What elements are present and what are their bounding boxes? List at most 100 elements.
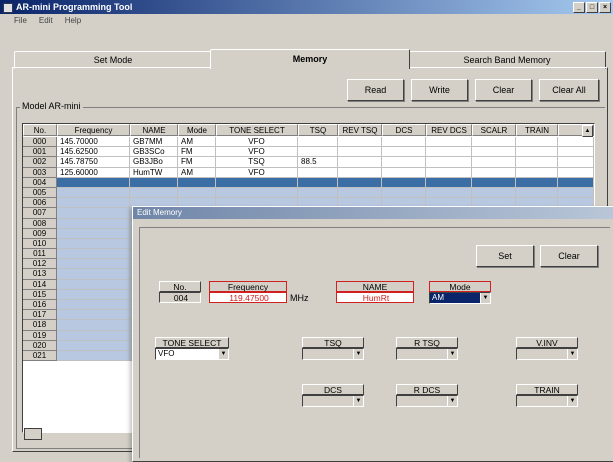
table-row[interactable]: 003 125.60000 HumTW AM VFO — [23, 167, 594, 178]
table-row[interactable]: 000 145.70000 GB7MM AM VFO — [23, 137, 594, 148]
title-bar[interactable]: AR-mini Programming Tool _ □ × — [0, 0, 613, 14]
chevron-down-icon[interactable]: ▼ — [447, 349, 457, 359]
table-cell — [426, 177, 472, 188]
frequency-label: Frequency — [209, 281, 287, 292]
mode-label: Mode — [429, 281, 491, 292]
column-header[interactable]: REV DCS — [426, 124, 472, 136]
tsq-label: TSQ — [302, 337, 364, 348]
table-cell — [382, 167, 426, 178]
train-dropdown[interactable]: ▼ — [516, 395, 578, 407]
close-icon[interactable]: × — [599, 2, 611, 13]
tone-select-label: TONE SELECT — [155, 337, 229, 348]
column-header[interactable]: DCS — [382, 124, 426, 136]
chevron-down-icon[interactable]: ▼ — [353, 349, 363, 359]
dialog-title-bar[interactable]: Edit Memory — [133, 207, 613, 219]
column-header[interactable]: TRAIN — [516, 124, 558, 136]
table-cell — [298, 177, 338, 188]
table-cell: VFO — [216, 167, 298, 178]
table-cell: GB3SCo — [130, 147, 178, 158]
table-row[interactable]: 001 145.62500 GB3SCo FM VFO — [23, 147, 594, 158]
menu-edit[interactable]: Edit — [39, 14, 53, 28]
table-cell: 145.70000 — [57, 137, 130, 148]
model-group-label: Model AR-mini — [20, 101, 83, 111]
column-header[interactable]: SCALR — [472, 124, 516, 136]
table-cell — [338, 137, 382, 148]
row-number: 017 — [23, 310, 57, 321]
table-cell — [516, 157, 558, 168]
table-row[interactable]: 004 — [23, 177, 594, 188]
dialog-set-button[interactable]: Set — [476, 245, 534, 267]
tsq-dropdown[interactable]: ▼ — [302, 348, 364, 360]
table-cell — [382, 147, 426, 158]
clear-button[interactable]: Clear — [475, 79, 532, 101]
table-cell — [558, 157, 594, 168]
dcs-label: DCS — [302, 384, 364, 395]
table-cell — [516, 177, 558, 188]
row-number: 007 — [23, 208, 57, 219]
table-cell — [57, 249, 130, 260]
table-cell — [382, 177, 426, 188]
dialog-clear-button[interactable]: Clear — [540, 245, 598, 267]
column-header[interactable]: Mode — [178, 124, 216, 136]
maximize-icon[interactable]: □ — [586, 2, 598, 13]
table-cell — [558, 187, 594, 199]
frequency-unit: MHz — [290, 293, 309, 303]
minimize-icon[interactable]: _ — [573, 2, 585, 13]
frequency-input[interactable]: 119.47500 — [209, 292, 287, 303]
chevron-down-icon[interactable]: ▼ — [480, 293, 490, 303]
window-title: AR-mini Programming Tool — [16, 2, 133, 12]
clear-all-button[interactable]: Clear All — [539, 79, 599, 101]
table-cell — [57, 279, 130, 290]
chevron-down-icon[interactable]: ▼ — [567, 396, 577, 406]
rev-tsq-dropdown[interactable]: ▼ — [396, 348, 458, 360]
mode-select[interactable]: AM ▼ — [429, 292, 491, 304]
chevron-down-icon[interactable]: ▼ — [567, 349, 577, 359]
column-header[interactable]: No. — [23, 124, 57, 136]
scroll-up-icon[interactable]: ▲ — [582, 125, 593, 137]
chevron-down-icon[interactable]: ▼ — [353, 396, 363, 406]
column-header[interactable]: Frequency — [57, 124, 130, 136]
vinv-dropdown[interactable]: ▼ — [516, 348, 578, 360]
column-header[interactable]: NAME — [130, 124, 178, 136]
app-icon — [3, 3, 13, 13]
table-cell — [472, 177, 516, 188]
no-field: 004 — [159, 292, 201, 303]
row-number: 013 — [23, 269, 57, 280]
table-cell: VFO — [216, 147, 298, 158]
table-row[interactable]: 005 — [23, 187, 594, 199]
row-number: 012 — [23, 259, 57, 270]
table-cell — [382, 157, 426, 168]
chevron-down-icon[interactable]: ▼ — [218, 349, 228, 359]
table-header: No. Frequency NAME Mode TONE SELECT TSQ REV TS… — [23, 124, 594, 137]
row-number: 006 — [23, 198, 57, 209]
table-cell — [130, 177, 178, 188]
row-number: 005 — [23, 187, 57, 199]
table-cell — [472, 157, 516, 168]
rev-dcs-dropdown[interactable]: ▼ — [396, 395, 458, 407]
chevron-down-icon[interactable]: ▼ — [447, 396, 457, 406]
column-header[interactable]: TSQ — [298, 124, 338, 136]
table-cell — [57, 228, 130, 239]
name-input[interactable]: HumRt — [336, 292, 414, 303]
column-header[interactable]: TONE SELECT — [216, 124, 298, 136]
row-number: 001 — [23, 147, 57, 158]
table-row[interactable]: 002 145.78750 GB3JBo FM TSQ 88.5 — [23, 157, 594, 168]
tab-memory[interactable]: Memory — [210, 49, 410, 69]
menu-file[interactable]: File — [14, 14, 27, 28]
read-button[interactable]: Read — [347, 79, 404, 101]
table-cell — [57, 350, 130, 362]
table-cell — [382, 187, 426, 199]
menu-help[interactable]: Help — [65, 14, 81, 28]
table-cell — [472, 187, 516, 199]
table-cell — [57, 198, 130, 209]
column-header[interactable]: REV TSQ — [338, 124, 382, 136]
tone-select-dropdown[interactable]: VFO ▼ — [155, 348, 229, 360]
write-button[interactable]: Write — [411, 79, 468, 101]
table-cell — [558, 167, 594, 178]
row-number: 019 — [23, 330, 57, 341]
table-cell — [57, 289, 130, 300]
dcs-dropdown[interactable]: ▼ — [302, 395, 364, 407]
table-cell — [57, 300, 130, 311]
horizontal-scrollbar[interactable] — [24, 428, 42, 440]
row-number: 003 — [23, 167, 57, 178]
